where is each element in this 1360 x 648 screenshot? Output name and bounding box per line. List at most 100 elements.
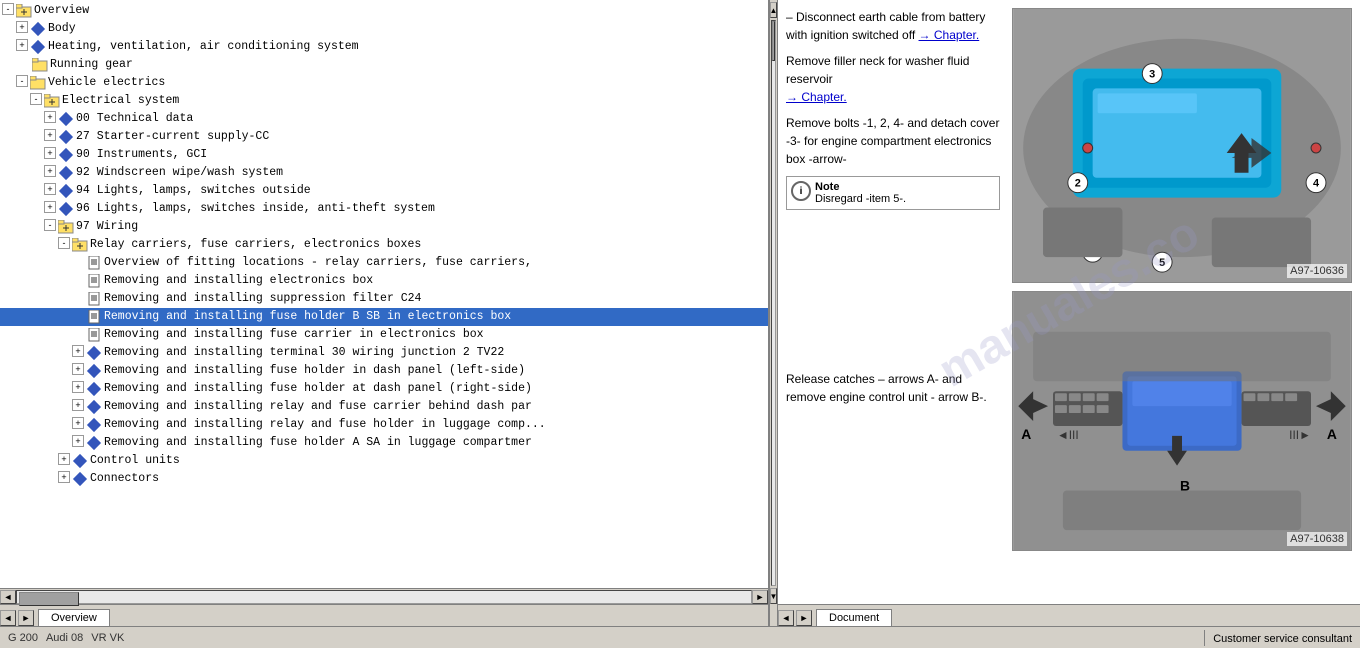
expand-96[interactable]: + bbox=[44, 201, 56, 213]
right-panel: manuales.co – Disconnect earth cable fro… bbox=[778, 0, 1360, 626]
tree-item-control[interactable]: + Control units bbox=[0, 452, 768, 470]
label-fitting: Overview of fitting locations - relay ca… bbox=[104, 255, 532, 271]
h-scrollbar[interactable]: ◄ ► bbox=[0, 588, 768, 604]
expand-fuse-left[interactable]: + bbox=[72, 363, 84, 375]
tree-item-removing-elec[interactable]: Removing and installing electronics box bbox=[0, 272, 768, 290]
scroll-up[interactable]: ▲ bbox=[770, 2, 777, 18]
tree-item-body[interactable]: + Body bbox=[0, 20, 768, 38]
tree-item-90[interactable]: + 90 Instruments, GCI bbox=[0, 146, 768, 164]
scroll-right[interactable]: ► bbox=[752, 590, 768, 604]
expand-relay-luggage[interactable]: + bbox=[72, 417, 84, 429]
v-scroll-thumb[interactable] bbox=[772, 21, 775, 61]
label-suppression: Removing and installing suppression filt… bbox=[104, 291, 421, 307]
diamond-connectors bbox=[72, 471, 88, 487]
tree-item-heating[interactable]: + Heating, ventilation, air conditioning… bbox=[0, 38, 768, 56]
diamond-body bbox=[30, 21, 46, 37]
label-relay-dash: Removing and installing relay and fuse c… bbox=[104, 399, 532, 415]
label-relay: Relay carriers, fuse carriers, electroni… bbox=[90, 237, 421, 253]
doc-fuse-sb bbox=[86, 309, 102, 325]
scroll-thumb-h[interactable] bbox=[19, 592, 79, 606]
expand-relay-dash[interactable]: + bbox=[72, 399, 84, 411]
expand-27[interactable]: + bbox=[44, 129, 56, 141]
doc-suppression bbox=[86, 291, 102, 307]
doc-fitting bbox=[86, 255, 102, 271]
doc-fuse-carrier bbox=[86, 327, 102, 343]
status-more-info: VR VK bbox=[91, 632, 124, 644]
tree-item-running[interactable]: Running gear bbox=[0, 56, 768, 74]
step1-content: Remove filler neck for washer fluid rese… bbox=[786, 54, 969, 86]
expand-94[interactable]: + bbox=[44, 183, 56, 195]
folder-electrical bbox=[44, 93, 60, 109]
diamond-92 bbox=[58, 165, 74, 181]
engine-image-1: 3 2 4 1 5 bbox=[1012, 8, 1352, 283]
tab-document[interactable]: Document bbox=[816, 609, 892, 626]
svg-text:A: A bbox=[1327, 426, 1337, 442]
body-label: Body bbox=[48, 21, 76, 37]
diamond-96 bbox=[58, 201, 74, 217]
tree-item-00[interactable]: + 00 Technical data bbox=[0, 110, 768, 128]
tree-item-fuse-asa[interactable]: + Removing and installing fuse holder A … bbox=[0, 434, 768, 452]
step3-text: Release catches – arrows A- and remove e… bbox=[786, 370, 1000, 406]
step1-text: Remove filler neck for washer fluid rese… bbox=[786, 52, 1000, 106]
expand-fuse-right[interactable]: + bbox=[72, 381, 84, 393]
expand-terminal30[interactable]: + bbox=[72, 345, 84, 357]
step1-link[interactable]: → Chapter. bbox=[786, 90, 847, 104]
tree-item-electrical-system[interactable]: - Electrical system bbox=[0, 92, 768, 110]
expand-97[interactable]: - bbox=[44, 219, 56, 231]
expand-relay[interactable]: - bbox=[58, 237, 70, 249]
tree-item-fuse-carrier[interactable]: Removing and installing fuse carrier in … bbox=[0, 326, 768, 344]
overview-label: Overview bbox=[34, 3, 89, 19]
tree-item-relay[interactable]: - Relay carriers, fuse carriers, electro… bbox=[0, 236, 768, 254]
tree-item-96[interactable]: + 96 Lights, lamps, switches inside, ant… bbox=[0, 200, 768, 218]
expand-electrics[interactable]: - bbox=[16, 75, 28, 87]
label-94: 94 Lights, lamps, switches outside bbox=[76, 183, 311, 199]
tree-item-94[interactable]: + 94 Lights, lamps, switches outside bbox=[0, 182, 768, 200]
tree-item-connectors[interactable]: + Connectors bbox=[0, 470, 768, 488]
expand-overview[interactable]: - bbox=[2, 3, 14, 15]
right-nav-next[interactable]: ► bbox=[796, 610, 812, 626]
tree-item-electrics[interactable]: - Vehicle electrics bbox=[0, 74, 768, 92]
note-text: Disregard -item 5-. bbox=[815, 193, 906, 205]
expand-00[interactable]: + bbox=[44, 111, 56, 123]
scroll-left[interactable]: ◄ bbox=[0, 590, 16, 604]
scroll-down[interactable]: ▼ bbox=[770, 588, 777, 604]
heating-label: Heating, ventilation, air conditioning s… bbox=[48, 39, 359, 55]
tree-item-overview-fitting[interactable]: Overview of fitting locations - relay ca… bbox=[0, 254, 768, 272]
tree-container[interactable]: - Overview + Body + Heating, bbox=[0, 0, 768, 588]
label-control: Control units bbox=[90, 453, 180, 469]
right-nav-prev[interactable]: ◄ bbox=[778, 610, 794, 626]
left-nav-next[interactable]: ► bbox=[18, 610, 34, 626]
tree-item-92[interactable]: + 92 Windscreen wipe/wash system bbox=[0, 164, 768, 182]
tree-item-fuse-left[interactable]: + Removing and installing fuse holder in… bbox=[0, 362, 768, 380]
expand-90[interactable]: + bbox=[44, 147, 56, 159]
expand-electrical[interactable]: - bbox=[30, 93, 42, 105]
expand-heating[interactable]: + bbox=[16, 39, 28, 51]
expand-connectors[interactable]: + bbox=[58, 471, 70, 483]
tree-item-relay-luggage[interactable]: + Removing and installing relay and fuse… bbox=[0, 416, 768, 434]
status-left: G 200 Audi 08 VR VK bbox=[0, 632, 132, 644]
expand-fuse-asa[interactable]: + bbox=[72, 435, 84, 447]
tree-item-27[interactable]: + 27 Starter-current supply-CC bbox=[0, 128, 768, 146]
expand-92[interactable]: + bbox=[44, 165, 56, 177]
expand-body[interactable]: + bbox=[16, 21, 28, 33]
tab-overview[interactable]: Overview bbox=[38, 609, 110, 626]
tree-item-suppression[interactable]: Removing and installing suppression filt… bbox=[0, 290, 768, 308]
tree-item-fuse-sb[interactable]: Removing and installing fuse holder B SB… bbox=[0, 308, 768, 326]
tree-item-relay-dash[interactable]: + Removing and installing relay and fuse… bbox=[0, 398, 768, 416]
svg-text:III►: III► bbox=[1289, 428, 1311, 442]
doc-elec bbox=[86, 273, 102, 289]
note-icon: i bbox=[791, 181, 811, 201]
tree-item-97[interactable]: - 97 Wiring bbox=[0, 218, 768, 236]
label-relay-luggage: Removing and installing relay and fuse h… bbox=[104, 417, 546, 433]
folder-running bbox=[32, 57, 48, 73]
step3-content: Release catches – arrows A- and remove e… bbox=[786, 372, 987, 404]
intro-link[interactable]: → Chapter. bbox=[919, 28, 980, 42]
label-fuse-left: Removing and installing fuse holder in d… bbox=[104, 363, 525, 379]
tree-item-overview[interactable]: - Overview bbox=[0, 2, 768, 20]
expand-control[interactable]: + bbox=[58, 453, 70, 465]
label-92: 92 Windscreen wipe/wash system bbox=[76, 165, 283, 181]
tree-item-terminal30[interactable]: + Removing and installing terminal 30 wi… bbox=[0, 344, 768, 362]
tree-item-fuse-right[interactable]: + Removing and installing fuse holder at… bbox=[0, 380, 768, 398]
diamond-relay-luggage bbox=[86, 417, 102, 433]
left-nav-prev[interactable]: ◄ bbox=[0, 610, 16, 626]
